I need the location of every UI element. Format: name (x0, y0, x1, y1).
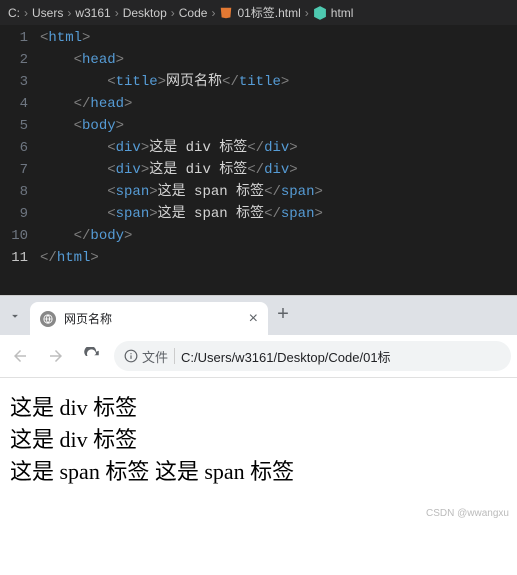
breadcrumb-item[interactable]: Desktop (123, 6, 167, 20)
reload-button[interactable] (78, 342, 106, 370)
chevron-right-icon: › (171, 6, 175, 20)
symbol-icon (313, 6, 327, 20)
code-editor: C: › Users › w3161 › Desktop › Code › 01… (0, 0, 517, 295)
separator (174, 348, 175, 364)
breadcrumb-item[interactable]: w3161 (75, 6, 110, 20)
address-bar: 文件 C:/Users/w3161/Desktop/Code/01标 (0, 335, 517, 378)
back-button[interactable] (6, 342, 34, 370)
chevron-right-icon: › (115, 6, 119, 20)
rendered-span: 这是 span 标签 (155, 459, 294, 484)
breadcrumb-item[interactable]: C: (8, 6, 20, 20)
tab-bar: 网页名称 × + (0, 295, 517, 335)
rendered-div: 这是 div 标签 (10, 424, 507, 456)
tab-search-button[interactable] (0, 309, 30, 323)
forward-button[interactable] (42, 342, 70, 370)
chevron-right-icon: › (24, 6, 28, 20)
chevron-right-icon: › (211, 6, 215, 20)
page-content: 这是 div 标签 这是 div 标签 这是 span 标签 这是 span 标… (0, 378, 517, 502)
url-text: C:/Users/w3161/Desktop/Code/01标 (181, 347, 391, 366)
new-tab-button[interactable]: + (268, 304, 298, 327)
file-label: 文件 (142, 347, 168, 366)
breadcrumb-item[interactable]: Code (179, 6, 208, 20)
rendered-span: 这是 span 标签 (10, 459, 149, 484)
tab-title: 网页名称 (64, 310, 241, 327)
browser-window: 网页名称 × + 文件 C:/Users/w3161/Desktop/Code/… (0, 295, 517, 525)
globe-icon (40, 311, 56, 327)
line-number-gutter: 1234567891011 (0, 27, 40, 269)
breadcrumb-item[interactable]: Users (32, 6, 63, 20)
breadcrumb-item[interactable]: 01标签.html (237, 4, 300, 21)
chevron-right-icon: › (305, 6, 309, 20)
breadcrumb: C: › Users › w3161 › Desktop › Code › 01… (0, 0, 517, 25)
rendered-div: 这是 div 标签 (10, 392, 507, 424)
site-info-button[interactable]: 文件 (124, 347, 168, 366)
browser-tab[interactable]: 网页名称 × (30, 302, 268, 336)
html-file-icon (219, 6, 233, 20)
breadcrumb-item[interactable]: html (331, 6, 354, 20)
url-box[interactable]: 文件 C:/Users/w3161/Desktop/Code/01标 (114, 341, 511, 371)
chevron-right-icon: › (67, 6, 71, 20)
close-icon[interactable]: × (249, 310, 258, 328)
code-content[interactable]: <html> <head> <title>网页名称</title> </head… (40, 27, 517, 269)
watermark: CSDN @wwangxu (0, 502, 517, 525)
